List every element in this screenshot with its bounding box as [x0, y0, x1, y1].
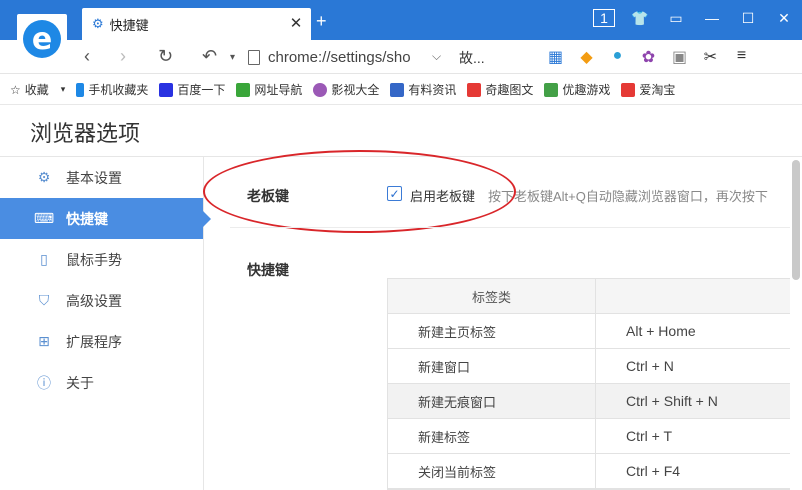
- phone-icon: [76, 82, 85, 97]
- table-row[interactable]: 新建标签 Ctrl + T: [388, 419, 790, 454]
- table-row[interactable]: 新建主页标签 Alt + Home: [388, 314, 790, 349]
- close-window-button[interactable]: ✕: [766, 10, 802, 27]
- search-suggestion[interactable]: 故...: [459, 48, 485, 68]
- sidebar-item-basic[interactable]: ⚙ 基本设置: [0, 157, 203, 198]
- address-bar[interactable]: chrome://settings/sho: [248, 44, 450, 70]
- sidebar-item-shortcuts[interactable]: ⌨ 快捷键: [0, 198, 211, 239]
- gear-icon: ⚙: [92, 16, 104, 31]
- star-icon: ☆: [10, 82, 21, 97]
- image-icon[interactable]: ▣: [664, 47, 695, 67]
- shortcuts-table: 标签类 新建主页标签 Alt + Home 新建窗口 Ctrl + N 新建无痕…: [387, 278, 790, 490]
- keys-cell[interactable]: Ctrl + Shift + N: [596, 384, 790, 418]
- bookmark-favorites[interactable]: ☆ 收藏 ▾: [10, 81, 65, 98]
- qu-icon: [467, 82, 482, 97]
- tab-shortcuts[interactable]: ⚙ 快捷键 ✕: [82, 8, 311, 40]
- undo-dropdown-icon[interactable]: ▾: [230, 52, 235, 63]
- boss-key-enable-label[interactable]: 启用老板键: [410, 186, 475, 205]
- bookmark-video[interactable]: 影视大全: [313, 81, 379, 98]
- boss-key-checkbox[interactable]: ✓: [387, 186, 402, 201]
- toolbar-icons: ▦ ◆ ● ✿ ▣ ✂ ≡: [540, 47, 757, 67]
- badge-counter[interactable]: 1: [586, 9, 622, 27]
- bird-icon[interactable]: ●: [602, 47, 633, 67]
- keys-cell[interactable]: Ctrl + N: [596, 349, 790, 383]
- taobao-icon: [621, 82, 636, 97]
- action-cell: 新建主页标签: [388, 314, 596, 348]
- video-icon: [313, 82, 328, 97]
- keyboard-icon: ⌨: [33, 210, 55, 226]
- action-cell: 新建无痕窗口: [388, 384, 596, 418]
- minimize-button[interactable]: —: [694, 10, 730, 26]
- title-bar: ⚙ 快捷键 ✕ + 1 👕 ▭ — ☐ ✕: [0, 0, 802, 40]
- table-row[interactable]: 新建无痕窗口 Ctrl + Shift + N: [388, 384, 790, 419]
- bookmarks-bar: ☆ 收藏 ▾ 手机收藏夹 百度一下 网址导航 影视大全 有料资讯 奇趣图文 优趣游戏…: [0, 75, 802, 105]
- menu-icon[interactable]: ≡: [726, 47, 757, 67]
- chevron-down-icon[interactable]: ▾: [61, 84, 66, 95]
- refresh-button[interactable]: ↻: [158, 46, 173, 67]
- new-tab-button[interactable]: +: [316, 11, 327, 32]
- hao-icon: [236, 82, 251, 97]
- bookmark-hao[interactable]: 网址导航: [236, 81, 302, 98]
- bookmark-game[interactable]: 优趣游戏: [544, 81, 610, 98]
- film-icon[interactable]: ✿: [633, 47, 664, 67]
- boss-key-label: 老板键: [247, 188, 289, 204]
- news-icon: [390, 82, 405, 97]
- page-title: 浏览器选项: [30, 121, 141, 146]
- page-icon: [248, 49, 260, 65]
- chevron-down-icon[interactable]: ⌵: [432, 49, 441, 64]
- shirt-icon[interactable]: 👕: [622, 10, 658, 27]
- table-row[interactable]: 新建窗口 Ctrl + N: [388, 349, 790, 384]
- boss-key-description: 按下老板键Alt+Q自动隐藏浏览器窗口，再次按下: [488, 189, 768, 204]
- divider: [230, 227, 790, 228]
- bookmark-baidu[interactable]: 百度一下: [159, 81, 225, 98]
- table-row[interactable]: 关闭当前标签 Ctrl + F4: [388, 454, 790, 489]
- scissors-icon[interactable]: ✂: [695, 47, 726, 67]
- gear-icon: ⚙: [37, 169, 51, 185]
- table-header: 标签类: [388, 279, 790, 314]
- action-cell: 新建标签: [388, 419, 596, 453]
- bookmark-taobao[interactable]: 爱淘宝: [621, 81, 675, 98]
- shield-settings-icon: ⛉: [38, 292, 50, 308]
- game-icon: [544, 82, 559, 97]
- settings-sidebar: ⚙ 基本设置 ⌨ 快捷键 ▯ 鼠标手势 ⛉ 高级设置 ⊞ 扩展程序 ⓘ 关于: [0, 157, 211, 490]
- maximize-button[interactable]: ☐: [730, 10, 766, 27]
- mouse-icon: ▯: [40, 251, 48, 267]
- close-tab-icon[interactable]: ✕: [287, 14, 305, 32]
- action-cell: 关闭当前标签: [388, 454, 596, 488]
- diamond-icon[interactable]: ◆: [571, 47, 602, 67]
- sidebar-item-mouse-gestures[interactable]: ▯ 鼠标手势: [0, 239, 203, 280]
- forward-button[interactable]: ›: [120, 46, 126, 67]
- bookmark-qu[interactable]: 奇趣图文: [467, 81, 533, 98]
- message-icon[interactable]: ▭: [658, 10, 694, 27]
- column-header: [596, 279, 790, 313]
- window-controls: 1 👕 ▭ — ☐ ✕: [586, 0, 802, 36]
- back-button[interactable]: ‹: [84, 46, 90, 67]
- scrollbar[interactable]: [792, 160, 800, 280]
- toolbar: ‹ › ↻ ↶ ▾ chrome://settings/sho ⌵ 故... ▦…: [0, 40, 802, 74]
- sidebar-item-extensions[interactable]: ⊞ 扩展程序: [0, 321, 203, 362]
- apps-icon[interactable]: ▦: [540, 47, 571, 67]
- baidu-paw-icon: [159, 82, 174, 97]
- bookmark-mobile[interactable]: 手机收藏夹: [76, 81, 148, 98]
- keys-cell[interactable]: Alt + Home: [596, 314, 790, 348]
- extensions-icon: ⊞: [38, 333, 50, 349]
- info-icon: ⓘ: [37, 374, 51, 391]
- sidebar-item-about[interactable]: ⓘ 关于: [0, 362, 203, 403]
- shortcuts-label: 快捷键: [247, 262, 289, 278]
- keys-cell[interactable]: Ctrl + T: [596, 419, 790, 453]
- url-text[interactable]: chrome://settings/sho: [268, 49, 411, 66]
- column-header: 标签类: [388, 279, 596, 313]
- bookmark-news[interactable]: 有料资讯: [390, 81, 456, 98]
- sidebar-item-advanced[interactable]: ⛉ 高级设置: [0, 280, 203, 321]
- browser-logo: e: [17, 14, 67, 64]
- tab-title: 快捷键: [109, 17, 149, 33]
- keys-cell[interactable]: Ctrl + F4: [596, 454, 790, 488]
- undo-button[interactable]: ↶: [202, 46, 217, 67]
- action-cell: 新建窗口: [388, 349, 596, 383]
